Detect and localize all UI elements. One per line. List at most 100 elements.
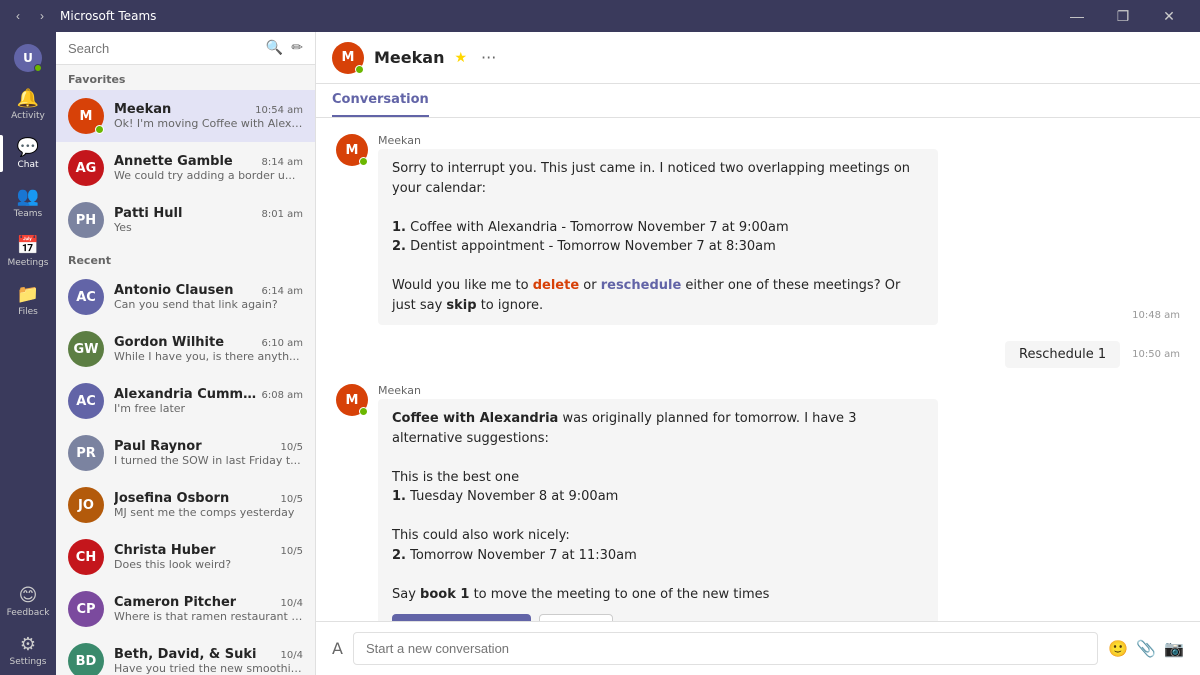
msg1-skip: skip (446, 298, 476, 313)
msg1-item1-num: 1. (392, 220, 410, 235)
sidebar-item-activity[interactable]: 🔔 Activity (0, 80, 56, 129)
contact-preview: Yes (114, 221, 303, 234)
avatar-gordon: GW (68, 331, 104, 367)
sidebar-item-teams[interactable]: 👥 Teams (0, 178, 56, 227)
contact-preview: Ok! I'm moving Coffee with Alexan... (114, 117, 303, 130)
msg-bubble-1: Sorry to interrupt you. This just came i… (378, 149, 938, 325)
contact-name: Paul Raynor (114, 439, 202, 454)
emoji-icon[interactable]: 🙂 (1108, 639, 1128, 658)
cancel-button[interactable]: Cancel (539, 614, 613, 621)
sidebar-item-feedback[interactable]: 😊 Feedback (0, 577, 56, 626)
msg-avatar-meekan: M (336, 134, 368, 166)
msg1-reschedule: reschedule (601, 278, 682, 293)
contact-item-patti[interactable]: PH Patti Hull 8:01 am Yes (56, 194, 315, 246)
chat-label: Chat (17, 160, 38, 170)
contact-time: 10:54 am (255, 105, 303, 116)
contact-item-annette[interactable]: AG Annette Gamble 8:14 am We could try a… (56, 142, 315, 194)
compose-icon[interactable]: ✏ (291, 40, 303, 56)
contact-preview: We could try adding a border u... (114, 169, 303, 182)
contact-item-christa[interactable]: CH Christa Huber 10/5 Does this look wei… (56, 531, 315, 583)
teams-icon: 👥 (17, 186, 39, 207)
search-input[interactable] (68, 41, 258, 56)
feedback-icon: 😊 (19, 585, 38, 606)
avatar-josefina: JO (68, 487, 104, 523)
avatar-cameron: CP (68, 591, 104, 627)
search-bar: 🔍 ✏ (56, 32, 315, 65)
contact-item-antonio[interactable]: AC Antonio Clausen 6:14 am Can you send … (56, 271, 315, 323)
msg-avatar-meekan-2: M (336, 384, 368, 416)
meetings-label: Meetings (8, 258, 49, 268)
sidebar-item-files[interactable]: 📁 Files (0, 276, 56, 325)
sidebar-item-settings[interactable]: ⚙ Settings (0, 626, 56, 675)
meet-icon[interactable]: 📷 (1164, 639, 1184, 658)
forward-button[interactable]: › (32, 6, 52, 26)
sidebar-item-user[interactable]: U (0, 36, 56, 80)
msg-time-reschedule: 10:50 am (1132, 349, 1180, 360)
avatar-meekan: M (68, 98, 104, 134)
contact-info-alexandria: Alexandria Cummings 6:08 am I'm free lat… (114, 387, 303, 415)
msg2-item2-num: 2. (392, 548, 410, 563)
contact-time: 8:14 am (261, 157, 303, 168)
contact-time: 10/4 (281, 598, 303, 609)
contact-name: Patti Hull (114, 206, 182, 221)
titlebar: ‹ › Microsoft Teams — ❐ ✕ (0, 0, 1200, 32)
contact-item-cameron[interactable]: CP Cameron Pitcher 10/4 Where is that ra… (56, 583, 315, 635)
msg-online-dot (359, 157, 368, 166)
reschedule-action-bubble[interactable]: Reschedule 1 (1005, 341, 1120, 368)
message-row-1: M Meekan Sorry to interrupt you. This ju… (336, 134, 1180, 325)
sidebar-item-chat[interactable]: 💬 Chat (0, 129, 56, 178)
contact-preview: I'm free later (114, 402, 303, 415)
contact-info-beth: Beth, David, & Suki 10/4 Have you tried … (114, 647, 303, 675)
contact-preview: Does this look weird? (114, 558, 303, 571)
settings-icon: ⚙ (20, 634, 36, 655)
close-button[interactable]: ✕ (1146, 0, 1192, 32)
contact-list: Favorites M Meekan 10:54 am Ok! I'm movi… (56, 65, 315, 675)
favorite-star-icon[interactable]: ★ (454, 50, 467, 66)
contact-name: Alexandria Cummings (114, 387, 257, 402)
restore-button[interactable]: ❐ (1100, 0, 1146, 32)
contact-name: Meekan (114, 102, 171, 117)
chat-messages: M Meekan Sorry to interrupt you. This ju… (316, 118, 1200, 621)
teams-label: Teams (14, 209, 42, 219)
files-icon: 📁 (17, 284, 39, 305)
contact-item-gordon[interactable]: GW Gordon Wilhite 6:10 am While I have y… (56, 323, 315, 375)
contact-item-alexandria[interactable]: AC Alexandria Cummings 6:08 am I'm free … (56, 375, 315, 427)
compose-input[interactable] (353, 632, 1098, 665)
files-label: Files (18, 307, 38, 317)
contact-info-meekan: Meekan 10:54 am Ok! I'm moving Coffee wi… (114, 102, 303, 130)
contact-name: Annette Gamble (114, 154, 233, 169)
contact-preview: Where is that ramen restaurant yo... (114, 610, 303, 623)
minimize-button[interactable]: — (1054, 0, 1100, 32)
search-icon[interactable]: 🔍 (266, 40, 283, 56)
back-button[interactable]: ‹ (8, 6, 28, 26)
contact-item-josefina[interactable]: JO Josefina Osborn 10/5 MJ sent me the c… (56, 479, 315, 531)
contact-item-beth[interactable]: BD Beth, David, & Suki 10/4 Have you tri… (56, 635, 315, 675)
online-dot (95, 125, 104, 134)
msg1-line1: Sorry to interrupt you. This just came i… (392, 161, 910, 196)
avatar-antonio: AC (68, 279, 104, 315)
msg1-item2-text: Dentist appointment - Tomorrow November … (410, 239, 776, 254)
chat-contact-name: Meekan (374, 48, 444, 67)
contacts-panel: 🔍 ✏ Favorites M Meekan 10:54 am Ok! I'm … (56, 32, 316, 675)
contact-info-antonio: Antonio Clausen 6:14 am Can you send tha… (114, 283, 303, 311)
contact-name: Beth, David, & Suki (114, 647, 257, 662)
settings-label: Settings (10, 657, 47, 667)
msg-bubble-2: Coffee with Alexandria was originally pl… (378, 399, 938, 621)
contact-item-meekan[interactable]: M Meekan 10:54 am Ok! I'm moving Coffee … (56, 90, 315, 142)
contact-preview: I turned the SOW in last Friday t... (114, 454, 303, 467)
msg-sender-2: Meekan (378, 384, 938, 397)
compose-bar: A 🙂 📎 📷 (316, 621, 1200, 675)
show-in-calendar-button[interactable]: Show in calendar (392, 614, 531, 621)
status-dot (34, 64, 42, 72)
tab-conversation[interactable]: Conversation (332, 84, 429, 117)
more-options-icon[interactable]: ··· (481, 48, 496, 67)
contact-item-paul[interactable]: PR Paul Raynor 10/5 I turned the SOW in … (56, 427, 315, 479)
chat-tabs: Conversation (316, 84, 1200, 118)
chat-icon: 💬 (17, 137, 39, 158)
attach-icon[interactable]: 📎 (1136, 639, 1156, 658)
action-row-reschedule: Reschedule 1 10:50 am (336, 341, 1180, 368)
msg-online-dot-2 (359, 407, 368, 416)
sidebar-item-meetings[interactable]: 📅 Meetings (0, 227, 56, 276)
chat-header: M Meekan ★ ··· (316, 32, 1200, 84)
format-icon[interactable]: A (332, 639, 343, 658)
